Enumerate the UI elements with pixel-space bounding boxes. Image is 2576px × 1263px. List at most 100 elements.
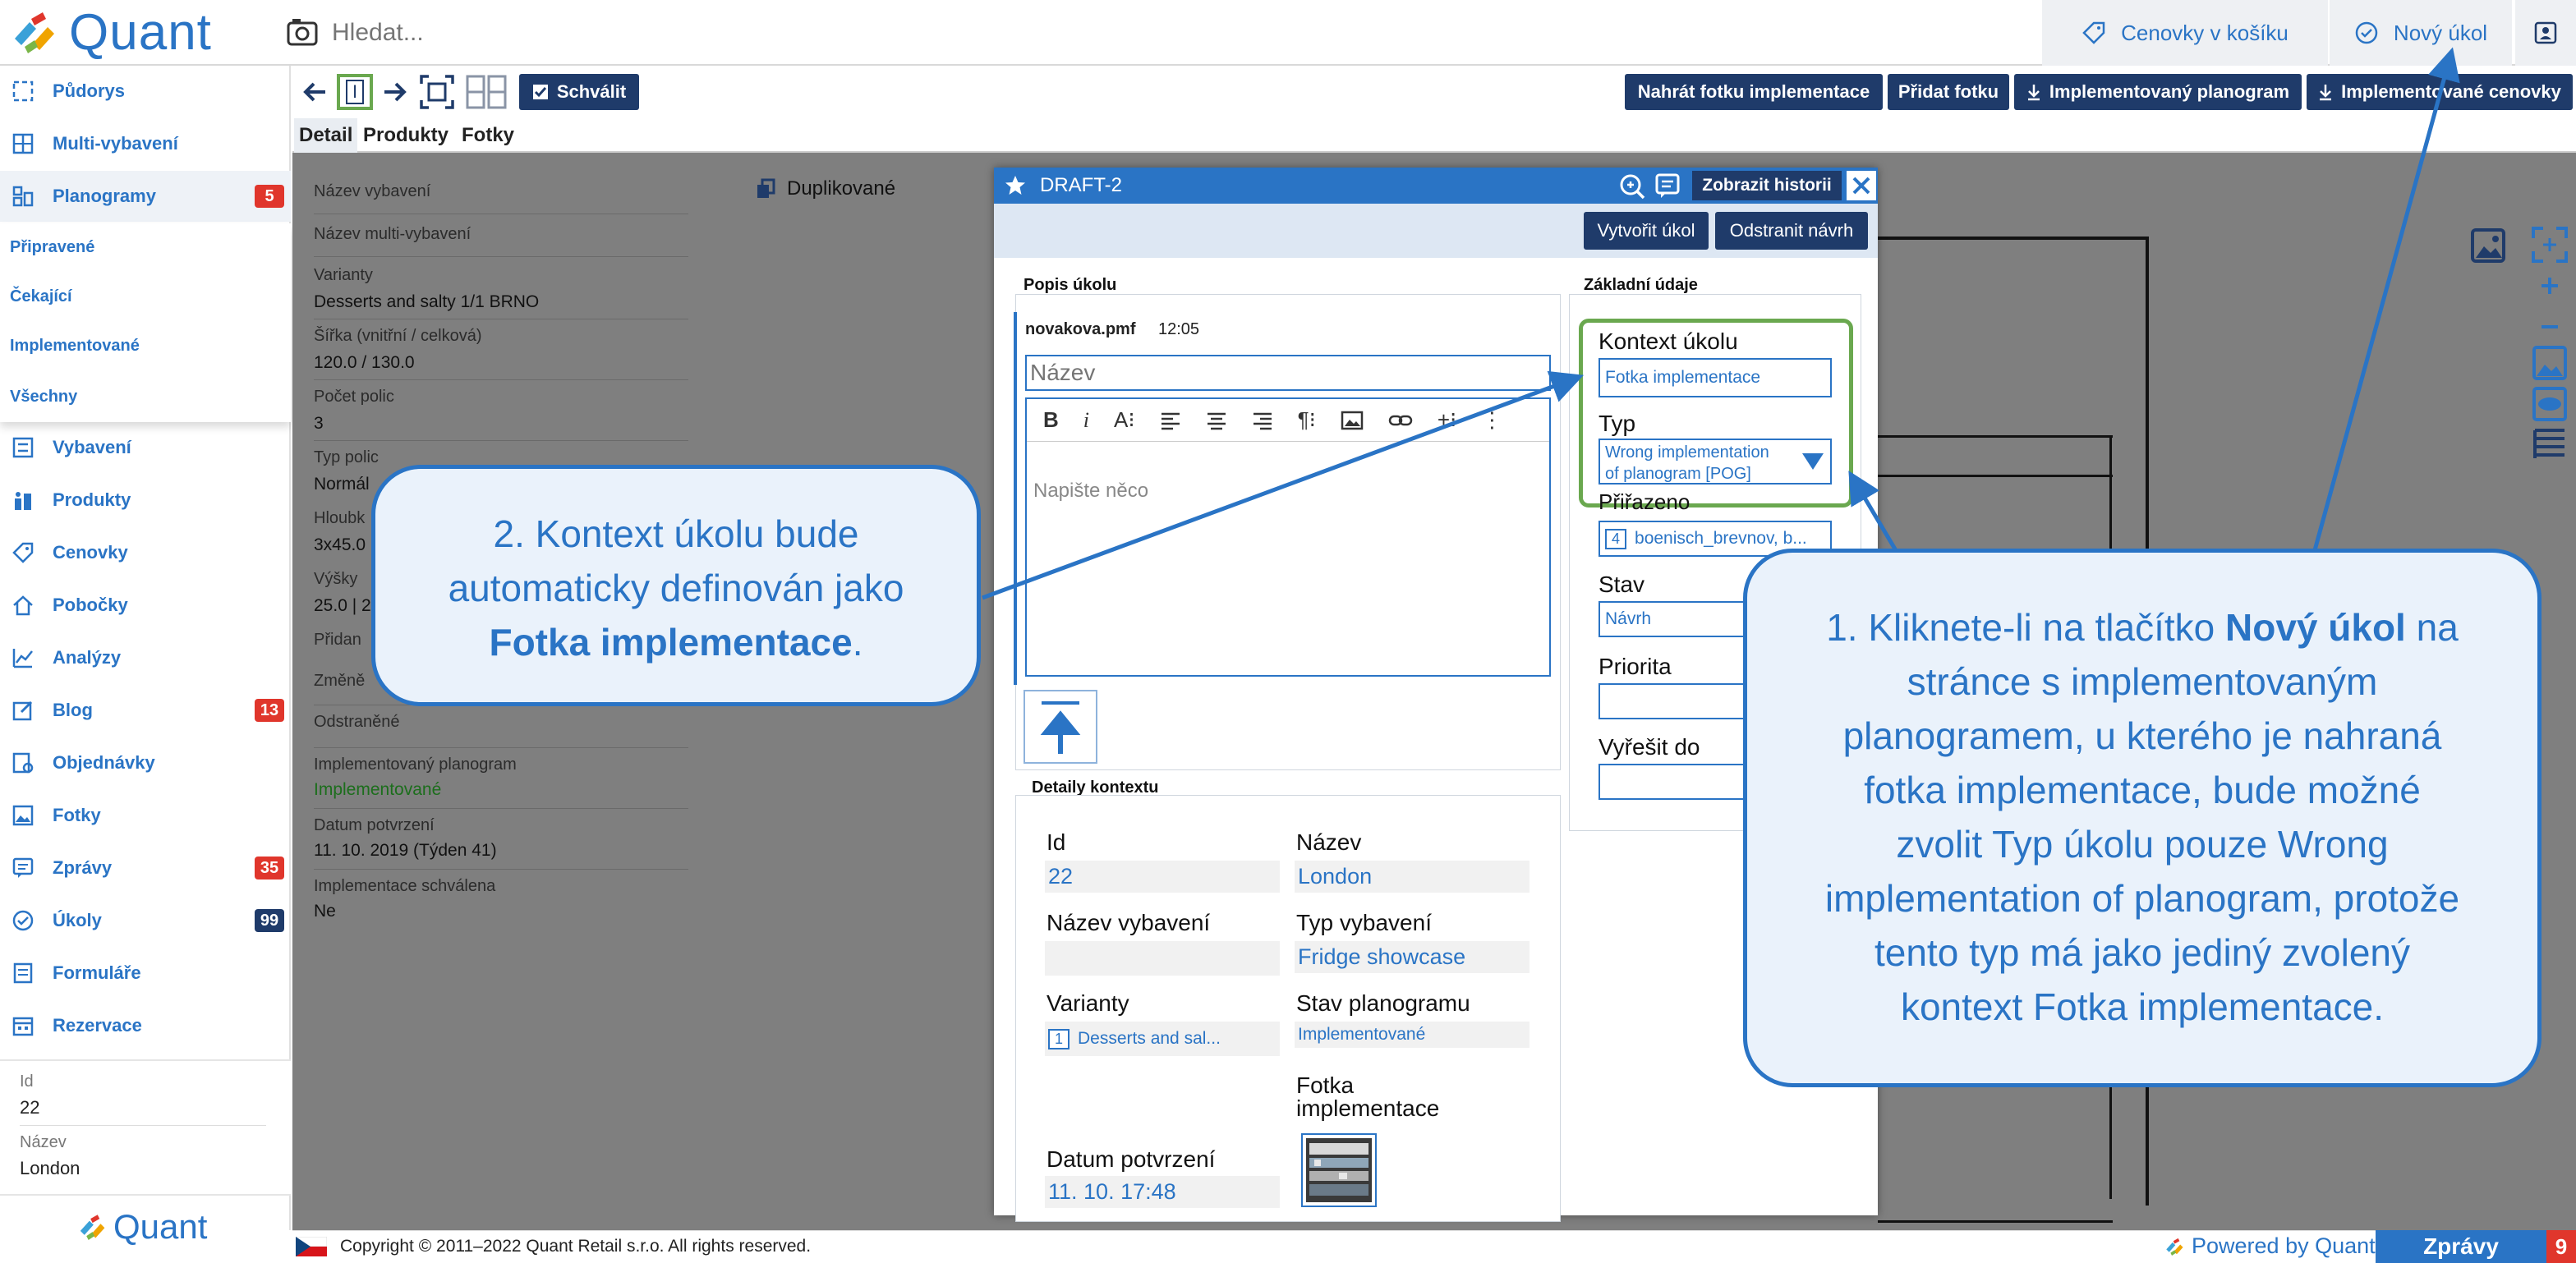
- camera-icon[interactable]: [286, 16, 319, 49]
- ctx-variants-value: 1 Desserts and sal...: [1045, 1022, 1280, 1056]
- powered-by-link[interactable]: Powered by Quant: [2164, 1233, 2376, 1259]
- sidebar-item-blog[interactable]: Blog 13: [0, 685, 291, 736]
- impl-planogram-button[interactable]: Implementovaný planogram: [2014, 74, 2302, 110]
- sidebar-item-forms[interactable]: Formuláře: [0, 948, 291, 999]
- planogram-wire: [1878, 237, 2149, 240]
- arrow-right-icon[interactable]: [381, 74, 407, 110]
- detail-divider: [314, 808, 688, 809]
- duplicated-label: Duplikované: [787, 177, 896, 200]
- height-value: 25.0 | 2: [314, 596, 371, 615]
- sidebar-item-floorplan[interactable]: Půdorys: [0, 66, 291, 117]
- tab-photos[interactable]: Fotky: [457, 118, 519, 153]
- impl-prices-button[interactable]: Implementované cenovky: [2307, 74, 2573, 110]
- insert-icon[interactable]: +⁝: [1438, 407, 1456, 433]
- bold-icon[interactable]: B: [1043, 407, 1059, 433]
- cart-prices-button[interactable]: Cenovky v košíku: [2042, 0, 2328, 66]
- assigned-count: 4: [1605, 528, 1627, 549]
- font-size-icon[interactable]: A⁝: [1114, 407, 1135, 433]
- paragraph-icon[interactable]: ¶⁝: [1298, 407, 1316, 433]
- callout-1-line-3: planogramem, u kterého je nahraná: [1842, 714, 2442, 757]
- add-photo-button[interactable]: Přidat fotku: [1888, 74, 2009, 110]
- sidebar-item-photos[interactable]: Fotky: [0, 790, 291, 841]
- fullscreen-icon[interactable]: [2530, 225, 2569, 264]
- type-select[interactable]: Wrong implementation of planogram [POG]: [1598, 439, 1832, 485]
- compare-shelves-icon[interactable]: [465, 74, 508, 110]
- approve-button[interactable]: Schválit: [519, 74, 639, 110]
- sidebar-item-equipment[interactable]: Vybavení: [0, 422, 291, 473]
- context-field[interactable]: Fotka implementace: [1598, 358, 1832, 397]
- detail-divider: [314, 256, 688, 257]
- search-zoom-icon[interactable]: [1618, 172, 1646, 200]
- floorplan-icon: [12, 80, 34, 102]
- submenu-item-prepared[interactable]: Připravené: [10, 238, 94, 257]
- star-icon[interactable]: [1004, 174, 1027, 197]
- remove-draft-button[interactable]: Odstranit návrh: [1715, 212, 1868, 250]
- edit-icon: [12, 700, 33, 721]
- approve-label: Schválit: [556, 81, 627, 102]
- submenu-item-all[interactable]: Všechny: [10, 388, 77, 406]
- close-modal-button[interactable]: [1847, 171, 1876, 200]
- sidebar-item-label: Úkoly: [53, 910, 102, 930]
- context-label: Kontext úkolu: [1598, 328, 1738, 354]
- upload-impl-photo-button[interactable]: Nahrát fotku implementace: [1625, 74, 1883, 110]
- messages-footer-button[interactable]: Zprávy: [2376, 1230, 2546, 1263]
- insert-image-icon[interactable]: [1341, 411, 1364, 430]
- callout-1-line-4: fotka implementace, bude možné: [1864, 769, 2421, 811]
- zoom-out-icon[interactable]: [2538, 315, 2561, 338]
- submenu-item-pending[interactable]: Čekající: [10, 287, 72, 306]
- create-task-button[interactable]: Vytvořit úkol: [1584, 212, 1709, 250]
- editor-placeholder: Napište něco: [1033, 480, 1149, 502]
- logo-text: Quant: [69, 3, 212, 61]
- callout-2-line-2: automaticky definován jako: [448, 567, 904, 609]
- task-name-input[interactable]: [1025, 355, 1551, 391]
- list-icon[interactable]: [2532, 425, 2568, 462]
- submenu-item-implemented[interactable]: Implementované: [10, 337, 140, 356]
- user-profile-button[interactable]: [2515, 0, 2576, 66]
- image-icon[interactable]: [2469, 227, 2507, 264]
- align-left-icon[interactable]: [1160, 411, 1181, 430]
- sidebar-item-reservations[interactable]: Rezervace: [0, 1000, 291, 1051]
- impl-prices-label: Implementované cenovky: [2341, 81, 2561, 102]
- sidebar-item-branches[interactable]: Pobočky: [0, 580, 291, 631]
- search-input[interactable]: [332, 19, 1071, 47]
- new-task-button[interactable]: Nový úkol: [2330, 0, 2512, 66]
- tab-detail[interactable]: Detail: [294, 118, 358, 153]
- sidebar-item-label: Půdorys: [53, 80, 126, 101]
- cart-prices-label: Cenovky v košíku: [2121, 20, 2288, 45]
- show-history-button[interactable]: Zobrazit historii: [1692, 171, 1842, 200]
- comments-icon[interactable]: [1654, 172, 1682, 200]
- upload-attachment-button[interactable]: [1024, 690, 1097, 764]
- app-logo[interactable]: Quant: [10, 3, 212, 61]
- arrow-left-icon[interactable]: [302, 74, 329, 110]
- sidebar-item-prices[interactable]: Cenovky: [0, 527, 291, 578]
- image-eye-icon[interactable]: [2532, 386, 2568, 422]
- sidebar-item-analytics[interactable]: Analýzy: [0, 632, 291, 683]
- more-options-icon[interactable]: ⋮: [1481, 407, 1502, 433]
- upload-impl-photo-label: Nahrát fotku implementace: [1637, 81, 1870, 102]
- tab-products[interactable]: Produkty: [358, 118, 453, 153]
- search-bar[interactable]: [286, 0, 1436, 66]
- duplicated-link[interactable]: Duplikované: [756, 177, 895, 200]
- sidebar-item-products[interactable]: Produkty: [0, 475, 291, 526]
- czech-flag-icon[interactable]: [296, 1237, 327, 1256]
- italic-icon[interactable]: i: [1083, 408, 1089, 433]
- ctx-state-value: Implementované: [1295, 1022, 1530, 1048]
- page-indicator-value: I: [345, 80, 365, 104]
- shelves-icon: [12, 133, 34, 154]
- confirm-date-value: 11. 10. 2019 (Týden 41): [314, 841, 497, 860]
- zoom-in-icon[interactable]: [2538, 274, 2561, 297]
- link-icon[interactable]: [1388, 411, 1413, 430]
- sidebar-item-planograms[interactable]: Planogramy 5: [0, 171, 291, 222]
- page-indicator[interactable]: I: [337, 74, 373, 110]
- type-label: Typ: [1598, 411, 1636, 436]
- impl-photo-thumbnail[interactable]: [1301, 1133, 1377, 1207]
- sidebar-item-multi-equipment[interactable]: Multi-vybavení: [0, 118, 291, 169]
- align-right-icon[interactable]: [1252, 411, 1273, 430]
- sidebar-item-orders[interactable]: Objednávky: [0, 737, 291, 788]
- fit-screen-icon[interactable]: [419, 74, 455, 110]
- align-center-icon[interactable]: [1206, 411, 1227, 430]
- upload-icon: [1040, 701, 1081, 754]
- sidebar-item-messages[interactable]: Zprávy 35: [0, 843, 291, 893]
- sidebar-item-tasks[interactable]: Úkoly 99: [0, 895, 291, 946]
- image-zoom-icon[interactable]: [2532, 345, 2568, 381]
